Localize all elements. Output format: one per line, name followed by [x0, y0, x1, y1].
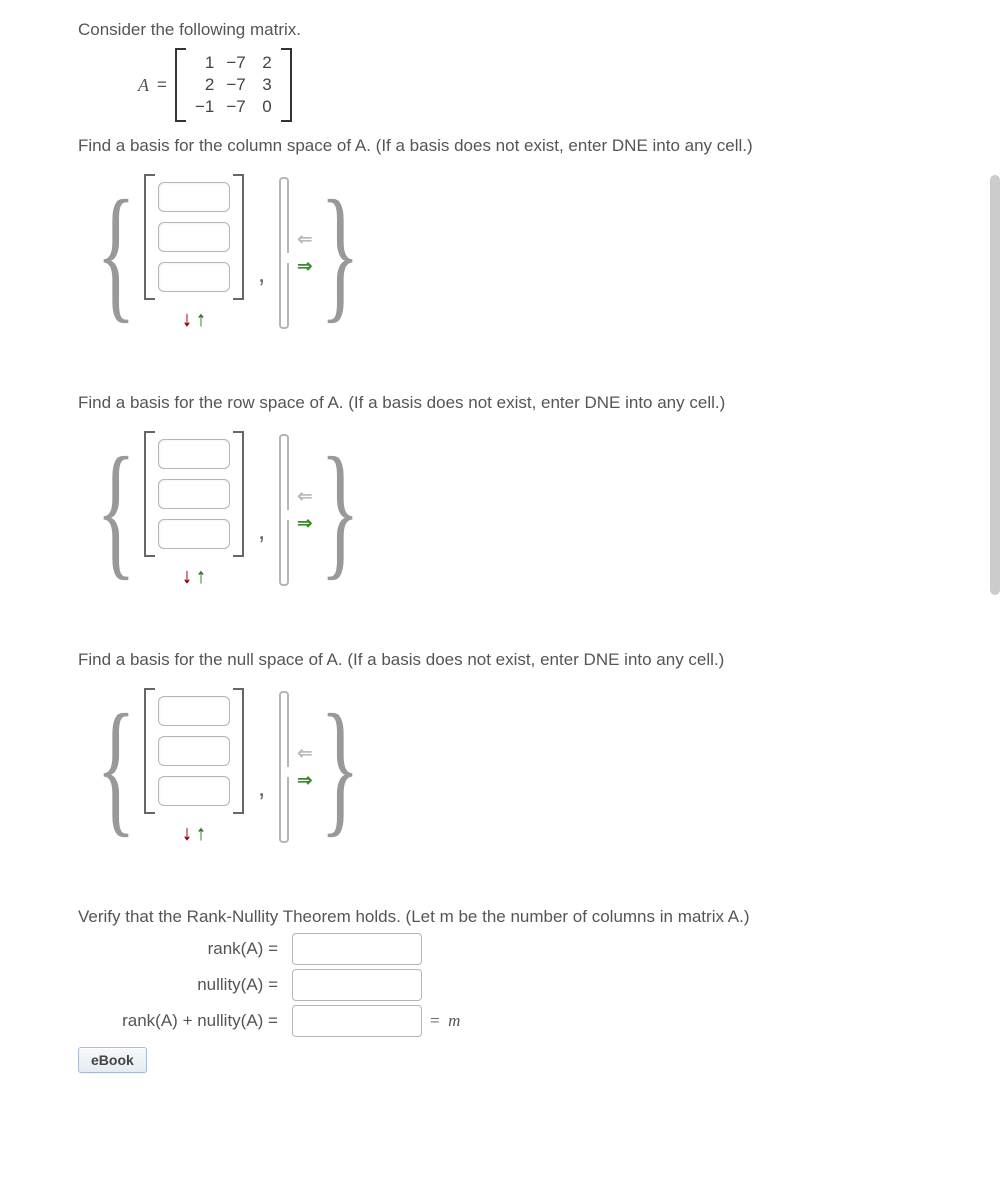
- rowspace-v1-c1[interactable]: [158, 439, 230, 469]
- add-column-icon[interactable]: ⇒: [297, 513, 312, 534]
- equals-m-text: = m: [430, 1011, 460, 1031]
- colspace-vector-1: [144, 174, 244, 300]
- rank-input[interactable]: [292, 933, 422, 965]
- separator-comma: ,: [258, 772, 265, 803]
- remove-row-icon[interactable]: ↓: [182, 308, 192, 331]
- add-column-icon[interactable]: ⇒: [297, 256, 312, 277]
- rowspace-basis-widget: { ↓ ↑ , ⇐ ⇒ }: [80, 431, 1004, 588]
- rowspace-vector-1: [144, 431, 244, 557]
- rowspace-question: Find a basis for the row space of A. (If…: [78, 393, 1004, 413]
- rowspace-v1-c2[interactable]: [158, 479, 230, 509]
- colspace-v1-c2[interactable]: [158, 222, 230, 252]
- matrix-A: 1−72 2−73 −1−70: [175, 48, 292, 122]
- add-row-icon[interactable]: ↑: [196, 308, 206, 331]
- remove-row-icon[interactable]: ↓: [182, 565, 192, 588]
- matrix-definition: A = 1−72 2−73 −1−70: [138, 48, 1004, 122]
- left-brace-icon: {: [96, 450, 136, 570]
- verify-question: Verify that the Rank-Nullity Theorem hol…: [78, 907, 1004, 927]
- nullity-input[interactable]: [292, 969, 422, 1001]
- remove-column-icon[interactable]: ⇐: [297, 486, 312, 507]
- left-brace-icon: {: [96, 707, 136, 827]
- nullspace-v1-c1[interactable]: [158, 696, 230, 726]
- add-row-icon[interactable]: ↑: [196, 822, 206, 845]
- equals-sign: =: [157, 75, 167, 95]
- remove-row-icon[interactable]: ↓: [182, 822, 192, 845]
- rowspace-add-vector-slot[interactable]: [279, 434, 289, 586]
- nullspace-add-vector-slot[interactable]: [279, 691, 289, 843]
- scrollbar-thumb[interactable]: [990, 175, 1000, 595]
- rowspace-v1-c3[interactable]: [158, 519, 230, 549]
- scrollbar-track[interactable]: [990, 0, 1002, 1200]
- sum-input[interactable]: [292, 1005, 422, 1037]
- colspace-add-vector-slot[interactable]: [279, 177, 289, 329]
- add-row-icon[interactable]: ↑: [196, 565, 206, 588]
- ebook-button[interactable]: eBook: [78, 1047, 147, 1073]
- colspace-v1-c3[interactable]: [158, 262, 230, 292]
- remove-column-icon[interactable]: ⇐: [297, 743, 312, 764]
- left-brace-icon: {: [96, 193, 136, 313]
- nullspace-vector-1: [144, 688, 244, 814]
- add-column-icon[interactable]: ⇒: [297, 770, 312, 791]
- intro-text: Consider the following matrix.: [78, 20, 1004, 40]
- nullity-label: nullity(A) =: [78, 975, 284, 995]
- separator-comma: ,: [258, 515, 265, 546]
- colspace-question: Find a basis for the column space of A. …: [78, 136, 1004, 156]
- right-brace-icon: }: [321, 193, 361, 313]
- colspace-basis-widget: { ↓ ↑ , ⇐ ⇒ }: [80, 174, 1004, 331]
- separator-comma: ,: [258, 258, 265, 289]
- matrix-var: A: [138, 75, 149, 96]
- rank-label: rank(A) =: [78, 939, 284, 959]
- right-brace-icon: }: [321, 450, 361, 570]
- nullspace-question: Find a basis for the null space of A. (I…: [78, 650, 1004, 670]
- nullspace-v1-c2[interactable]: [158, 736, 230, 766]
- nullspace-v1-c3[interactable]: [158, 776, 230, 806]
- remove-column-icon[interactable]: ⇐: [297, 229, 312, 250]
- nullspace-basis-widget: { ↓ ↑ , ⇐ ⇒ }: [80, 688, 1004, 845]
- sum-label: rank(A) + nullity(A) =: [78, 1011, 284, 1031]
- colspace-v1-c1[interactable]: [158, 182, 230, 212]
- right-brace-icon: }: [321, 707, 361, 827]
